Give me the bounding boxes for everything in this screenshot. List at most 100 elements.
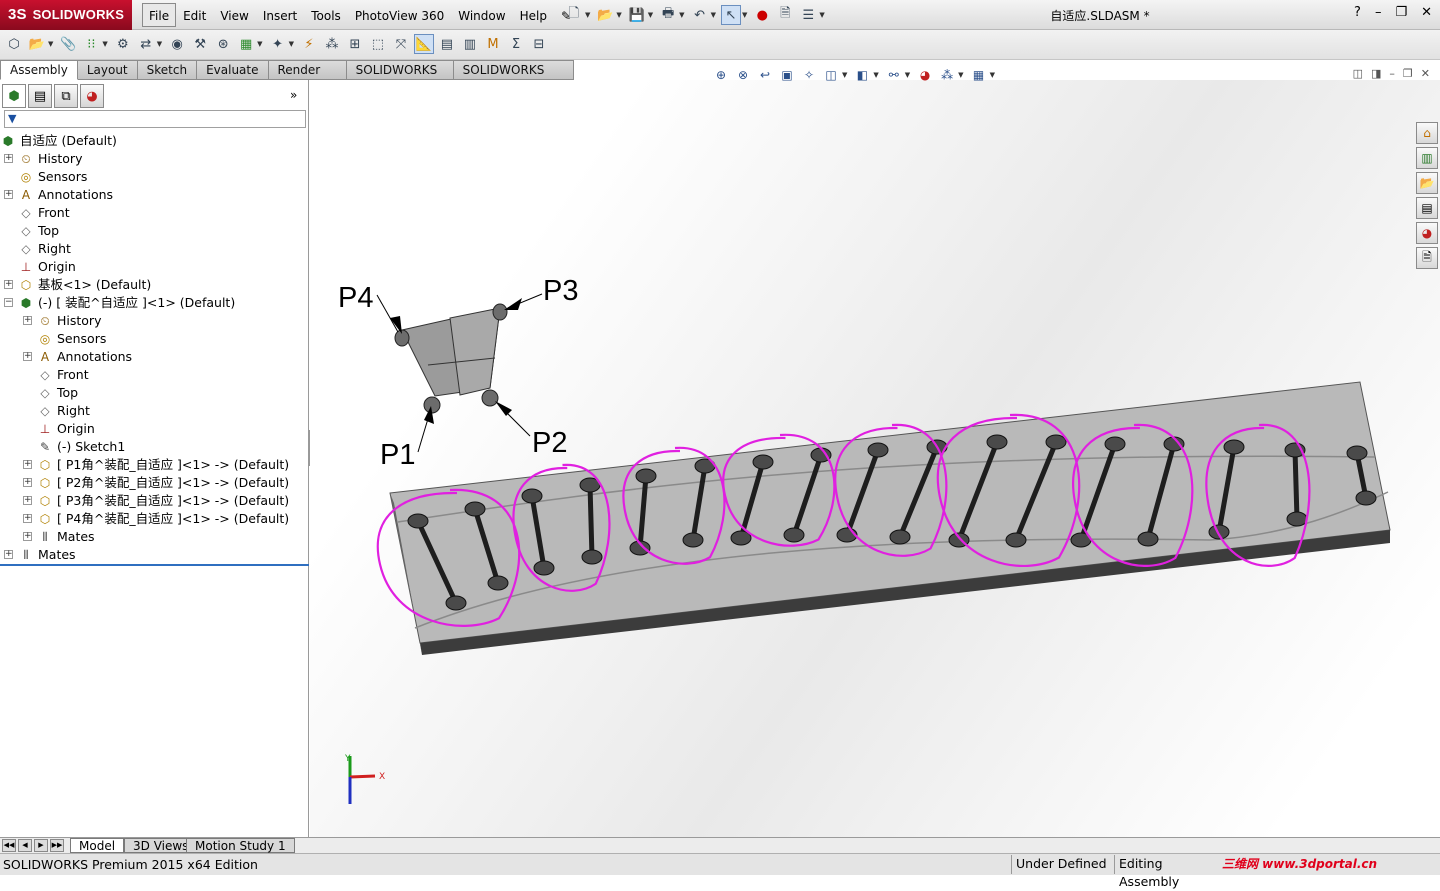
apply-scene-icon[interactable]: ⁂ (938, 66, 956, 84)
edit-appearance-icon[interactable]: ◕ (916, 66, 934, 84)
options-icon[interactable]: ☰ (798, 5, 818, 25)
rod-end-cap[interactable] (1208, 524, 1230, 540)
file-explorer-icon[interactable]: 📂 (1416, 172, 1438, 194)
chevron-down-icon[interactable]: ▼ (616, 11, 621, 19)
view-settings-icon[interactable]: ▦ (970, 66, 988, 84)
tree-item[interactable]: ⊥ Origin (0, 420, 309, 438)
menu-edit[interactable]: Edit (176, 3, 213, 27)
chevron-down-icon[interactable]: ▼ (289, 40, 294, 48)
rod-end-cap[interactable] (464, 501, 486, 517)
new-document-icon[interactable]: 🗋 (564, 5, 584, 25)
expand-toggle-icon[interactable]: + (23, 514, 32, 523)
rod-end-cap[interactable] (682, 532, 704, 548)
adaptive-corner-part[interactable] (376, 293, 543, 453)
tree-item[interactable]: + ⫴ Mates (0, 528, 309, 546)
expand-toggle-icon[interactable]: + (4, 154, 13, 163)
show-hidden-icon[interactable]: ◉ (167, 34, 187, 54)
rod-end-cap[interactable] (1137, 531, 1159, 547)
prev-tab-arrow-icon[interactable]: ◀ (18, 839, 32, 852)
property-manager-tab-icon[interactable]: ▤ (28, 84, 52, 108)
rollback-bar[interactable] (0, 564, 309, 566)
tree-item[interactable]: + ⬡ [ P4角^装配_自适应 ]<1> -> (Default) (0, 510, 309, 528)
solidworks-resources-icon[interactable]: ⌂ (1416, 122, 1438, 144)
previous-view-icon[interactable]: ↩ (756, 66, 774, 84)
tab-model[interactable]: Model (70, 838, 125, 853)
mate-icon[interactable]: 📎 (58, 34, 78, 54)
interference-detection-icon[interactable]: ⊞ (345, 34, 365, 54)
smart-fasteners-icon[interactable]: ⚙ (113, 34, 133, 54)
rod-end-cap[interactable] (783, 527, 805, 543)
last-tab-arrow-icon[interactable]: ▶▶ (50, 839, 64, 852)
select-arrow-icon[interactable]: ↖ (720, 5, 741, 25)
zoom-to-fit-icon[interactable]: ⊕ (712, 66, 730, 84)
rod-end-cap[interactable] (581, 549, 603, 565)
print-icon[interactable]: 🖶 (658, 5, 678, 25)
chevron-down-icon[interactable]: ▼ (990, 71, 995, 79)
viewport-restore-icon[interactable]: ❐ (1403, 67, 1413, 80)
chevron-down-icon[interactable]: ▼ (905, 71, 910, 79)
graphics-area[interactable]: P4 P3 P1 P2 Y X ⊕ ⊗ ↩ ▣ ✧ ◫ ▼ ◧ ▼ ⚯ ▼ ◕ ⁂ ▼ … (310, 67, 1440, 837)
help-icon[interactable]: ? (1354, 5, 1361, 20)
tree-item[interactable]: ⊥ Origin (0, 258, 309, 276)
menu-tools[interactable]: Tools (304, 3, 348, 27)
zoom-to-area-icon[interactable]: ⊗ (734, 66, 752, 84)
chevron-down-icon[interactable]: ▼ (842, 71, 847, 79)
chevron-down-icon[interactable]: ▼ (648, 11, 653, 19)
sum-icon[interactable]: Σ (506, 34, 526, 54)
tab-add-ins[interactable]: SOLIDWORKS Add-Ins (453, 60, 574, 95)
rod-end-cap[interactable] (521, 488, 543, 504)
viewport-tile-icon[interactable]: ◫ (1353, 67, 1363, 80)
tree-item[interactable]: ◇ Right (0, 402, 309, 420)
menu-window[interactable]: Window (451, 3, 512, 27)
undo-icon[interactable]: ↶ (690, 5, 710, 25)
viewport-minimize-icon[interactable]: – (1389, 67, 1395, 80)
save-icon[interactable]: 💾 (627, 5, 647, 25)
chevron-down-icon[interactable]: ▼ (257, 40, 262, 48)
tree-item[interactable]: ◇ Front (0, 366, 309, 384)
assembly-features-icon[interactable]: ⚒ (190, 34, 210, 54)
close-icon[interactable]: ✕ (1421, 5, 1432, 20)
tree-item[interactable]: + ⏲ History (0, 150, 309, 168)
rod-end-cap[interactable] (1355, 490, 1377, 506)
chevron-down-icon[interactable]: ▼ (48, 40, 53, 48)
expand-toggle-icon[interactable]: + (23, 352, 32, 361)
tree-item[interactable]: ◎ Sensors (0, 168, 309, 186)
chevron-down-icon[interactable]: ▼ (585, 11, 590, 19)
rod-end-cap[interactable] (635, 468, 657, 484)
viewport-close-icon[interactable]: ✕ (1421, 67, 1430, 80)
menu-photoview[interactable]: PhotoView 360 (348, 3, 451, 27)
adaptive-rod[interactable] (587, 482, 595, 560)
explode-line-sketch-icon[interactable]: ⁂ (322, 34, 342, 54)
tab-sketch[interactable]: Sketch (137, 60, 198, 80)
menu-view[interactable]: View (213, 3, 255, 27)
chevron-down-icon[interactable]: ▼ (711, 11, 716, 19)
expand-toggle-icon[interactable]: + (4, 550, 13, 559)
display-manager-tab-icon[interactable]: ◕ (80, 84, 104, 108)
tree-item[interactable]: + ⏲ History (0, 312, 309, 330)
menu-help[interactable]: Help (513, 3, 554, 27)
file-properties-icon[interactable]: 🗎 (775, 5, 795, 25)
hole-alignment-icon[interactable]: ⤧ (391, 34, 411, 54)
solidworks-logo[interactable]: 3S SOLIDWORKS (0, 0, 132, 30)
rod-end-cap[interactable] (1346, 445, 1368, 461)
expand-toggle-icon[interactable]: + (4, 190, 13, 199)
assembly-visualization-icon[interactable]: ▤ (437, 34, 457, 54)
rod-end-cap[interactable] (867, 442, 889, 458)
rod-end-cap[interactable] (1223, 439, 1245, 455)
collapse-toggle-icon[interactable]: − (4, 298, 13, 307)
new-part-icon[interactable]: 📂 (27, 34, 47, 54)
tree-item[interactable]: + A Annotations (0, 186, 309, 204)
next-tab-arrow-icon[interactable]: ▶ (34, 839, 48, 852)
rod-end-cap[interactable] (1045, 434, 1067, 450)
tree-item[interactable]: + ⬡ 基板<1> (Default) (0, 276, 309, 294)
new-motion-study-icon[interactable]: ▦ (236, 34, 256, 54)
rod-end-cap[interactable] (487, 575, 509, 591)
appearances-scenes-icon[interactable]: ◕ (1416, 222, 1438, 244)
clearance-verification-icon[interactable]: ⬚ (368, 34, 388, 54)
instant3d-icon[interactable]: M (483, 34, 503, 54)
hide-show-items-icon[interactable]: ⚯ (885, 66, 903, 84)
large-assembly-icon[interactable]: ⊟ (529, 34, 549, 54)
insert-components-icon[interactable]: ⬡ (4, 34, 24, 54)
linear-pattern-icon[interactable]: ⁝⁝ (81, 34, 101, 54)
dynamic-annotation-icon[interactable]: ✧ (800, 66, 818, 84)
